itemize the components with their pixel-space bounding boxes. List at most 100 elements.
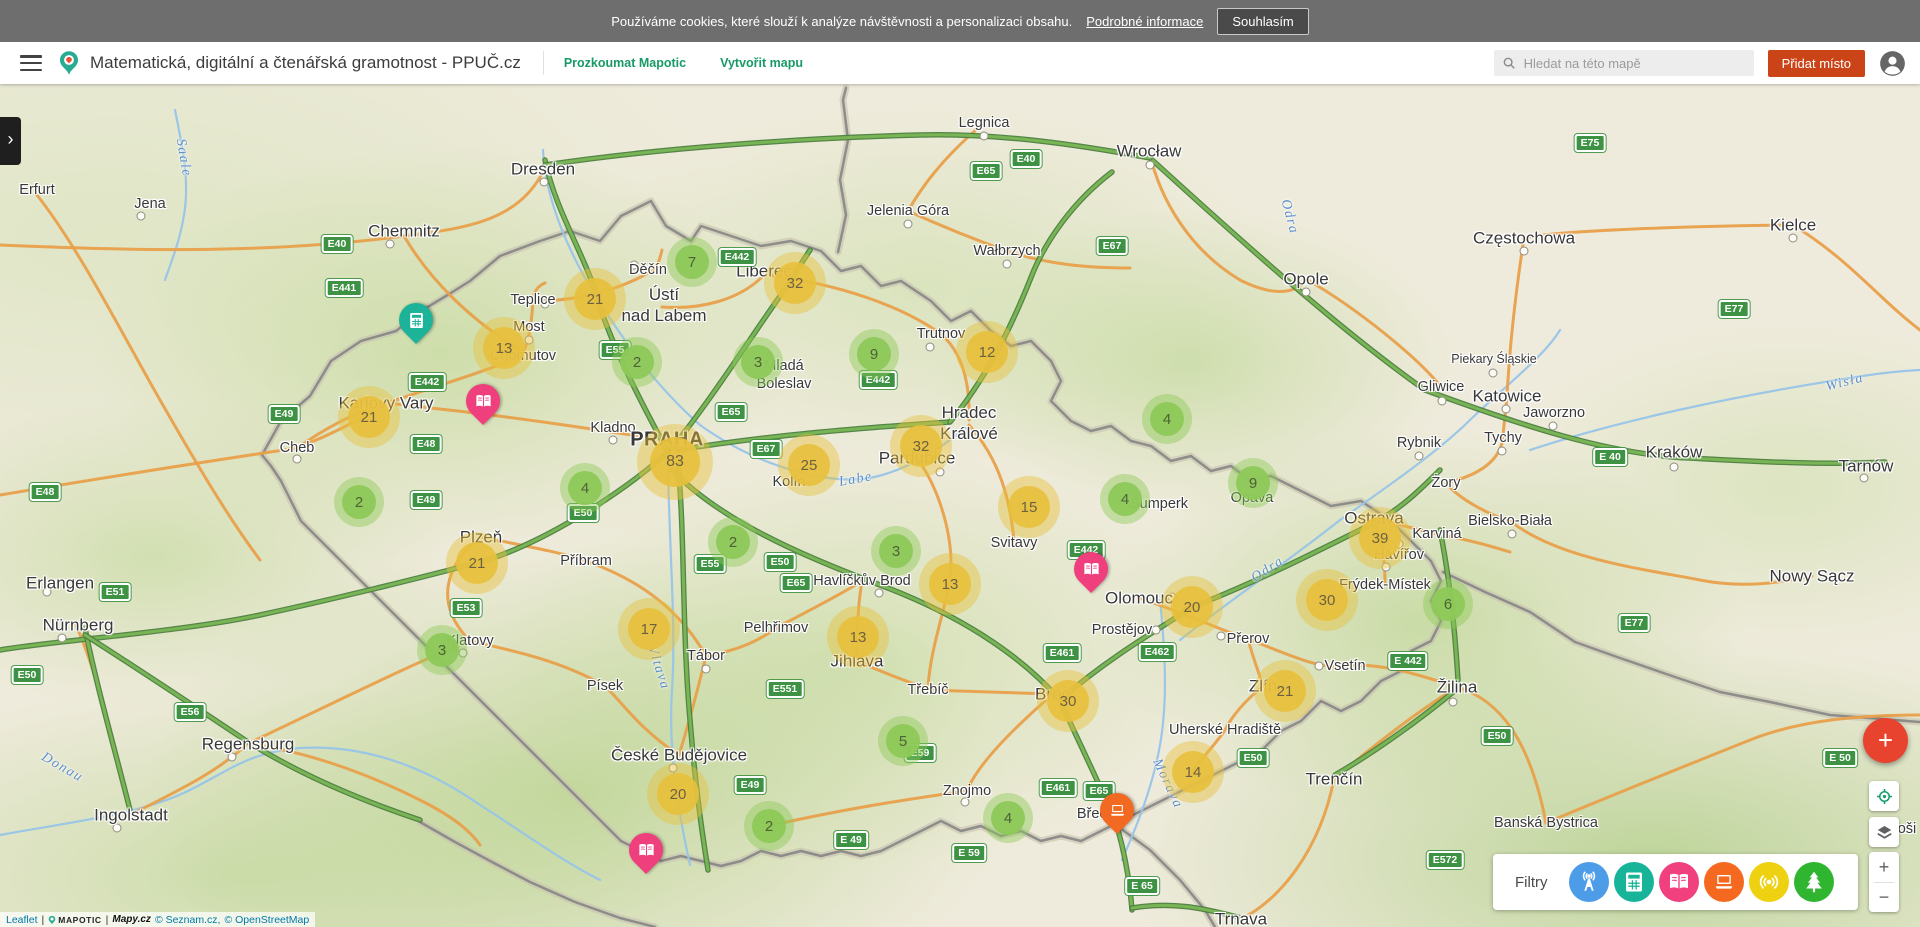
city-dot	[961, 798, 970, 807]
cluster-marker[interactable]: 21	[564, 268, 626, 330]
add-place-button[interactable]: Přidat místo	[1768, 50, 1865, 77]
filter-calculator-button[interactable]	[1614, 862, 1654, 902]
osm-link[interactable]: © OpenStreetMap	[224, 914, 309, 926]
cluster-count: 13	[929, 563, 971, 605]
cluster-marker[interactable]: 21	[446, 532, 508, 594]
map-label: Erfurt	[19, 181, 54, 199]
cluster-count: 21	[348, 396, 390, 438]
road-shield: E441	[326, 279, 363, 297]
book-pin-marker[interactable]	[622, 826, 670, 874]
cluster-count: 32	[774, 262, 816, 304]
city-dot	[1217, 632, 1226, 641]
cluster-marker[interactable]: 12	[956, 321, 1018, 383]
map-label: Kielce	[1770, 214, 1816, 235]
menu-icon[interactable]	[20, 55, 42, 71]
layers-button[interactable]	[1869, 817, 1899, 847]
cluster-marker[interactable]: 25	[778, 434, 840, 496]
cluster-count: 13	[837, 616, 879, 658]
mapy-logo[interactable]: Mapy.cz	[112, 914, 151, 925]
city-dot	[1549, 422, 1558, 431]
filter-antenna-button[interactable]	[1569, 862, 1609, 902]
filter-broadcast-button[interactable]	[1749, 862, 1789, 902]
sidebar-expand-button[interactable]: ›	[0, 117, 21, 165]
cluster-marker[interactable]: 39	[1349, 507, 1411, 569]
book-icon	[1074, 552, 1108, 586]
cluster-marker[interactable]: 13	[473, 317, 535, 379]
cluster-marker[interactable]: 9	[849, 329, 899, 379]
cluster-marker[interactable]: 32	[890, 415, 952, 477]
cluster-marker[interactable]: 14	[1162, 741, 1224, 803]
cluster-marker[interactable]: 6	[1423, 579, 1473, 629]
map-label: Kraków	[1646, 441, 1703, 462]
city-dot	[980, 132, 989, 141]
road-shield: E77	[1719, 300, 1750, 318]
map-label: oši	[1898, 820, 1917, 838]
cookie-info-link[interactable]: Podrobné informace	[1086, 14, 1203, 29]
cluster-marker[interactable]: 21	[1254, 660, 1316, 722]
cluster-marker[interactable]: 2	[612, 337, 662, 387]
cluster-count: 2	[342, 485, 376, 519]
cluster-marker[interactable]: 20	[1161, 576, 1223, 638]
cluster-marker[interactable]: 2	[334, 477, 384, 527]
locate-me-button[interactable]	[1869, 781, 1899, 811]
cluster-marker[interactable]: 17	[618, 598, 680, 660]
cluster-count: 15	[1008, 486, 1050, 528]
zoom-out-button[interactable]: −	[1869, 883, 1899, 913]
leaflet-link[interactable]: Leaflet	[6, 914, 38, 926]
city-dot	[1508, 530, 1517, 539]
book-pin-marker[interactable]	[1067, 545, 1115, 593]
cluster-marker[interactable]: 15	[998, 476, 1060, 538]
cluster-marker[interactable]: 2	[744, 801, 794, 851]
cluster-marker[interactable]: 30	[1037, 670, 1099, 732]
filter-tree-button[interactable]	[1794, 862, 1834, 902]
cluster-marker[interactable]: 3	[417, 625, 467, 675]
road-shield: E 442	[1388, 652, 1427, 670]
map-label: Znojmo	[943, 782, 991, 800]
book-pin-marker[interactable]	[459, 377, 507, 425]
city-dot	[1520, 247, 1529, 256]
river-label: Odra	[1249, 554, 1288, 587]
cluster-marker[interactable]: 4	[983, 793, 1033, 843]
cluster-marker[interactable]: 83	[637, 424, 713, 500]
cluster-marker[interactable]: 3	[733, 337, 783, 387]
zoom-in-button[interactable]: +	[1869, 852, 1899, 882]
search-input[interactable]	[1524, 56, 1746, 71]
seznam-link[interactable]: © Seznam.cz,	[155, 914, 221, 926]
cluster-count: 3	[425, 633, 459, 667]
city-dot	[1415, 452, 1424, 461]
laptop-pin-marker[interactable]	[1093, 786, 1141, 834]
search-box[interactable]	[1494, 50, 1754, 76]
cluster-marker[interactable]: 30	[1296, 569, 1358, 631]
nav-explore-mapotic[interactable]: Prozkoumat Mapotic	[564, 56, 686, 70]
map-label: Gliwice	[1418, 378, 1465, 396]
cluster-marker[interactable]: 32	[764, 252, 826, 314]
cluster-marker[interactable]: 4	[1142, 394, 1192, 444]
map-label: Bielsko-Biała	[1468, 512, 1552, 530]
road-shield: E51	[100, 583, 131, 601]
city-dot	[293, 455, 302, 464]
filter-laptop-button[interactable]	[1704, 862, 1744, 902]
nav-create-map[interactable]: Vytvořit mapu	[720, 56, 803, 70]
filter-book-button[interactable]	[1659, 862, 1699, 902]
cluster-marker[interactable]: 13	[919, 553, 981, 615]
cluster-marker[interactable]: 9	[1228, 458, 1278, 508]
road-shield: E67	[1097, 237, 1128, 255]
cookie-accept-button[interactable]: Souhlasím	[1217, 8, 1308, 35]
cluster-count: 3	[741, 345, 775, 379]
cluster-marker[interactable]: 20	[647, 763, 709, 825]
account-icon[interactable]	[1879, 50, 1906, 77]
add-place-fab[interactable]: +	[1863, 718, 1908, 763]
map-label: Tábor	[687, 647, 725, 665]
calculator-pin-marker[interactable]	[392, 296, 440, 344]
map-canvas[interactable]: ErfurtJenaChemnitzDresdenErlangenNürnber…	[0, 84, 1920, 927]
cluster-marker[interactable]: 4	[1100, 474, 1150, 524]
cluster-marker[interactable]: 21	[338, 386, 400, 448]
map-label: Tychy	[1484, 429, 1522, 447]
cluster-marker[interactable]: 2	[708, 517, 758, 567]
broadcast-icon	[1757, 870, 1781, 894]
cluster-marker[interactable]: 4	[560, 463, 610, 513]
cluster-marker[interactable]: 13	[827, 606, 889, 668]
cluster-marker[interactable]: 3	[871, 526, 921, 576]
cluster-marker[interactable]: 7	[667, 237, 717, 287]
cluster-marker[interactable]: 5	[878, 716, 928, 766]
